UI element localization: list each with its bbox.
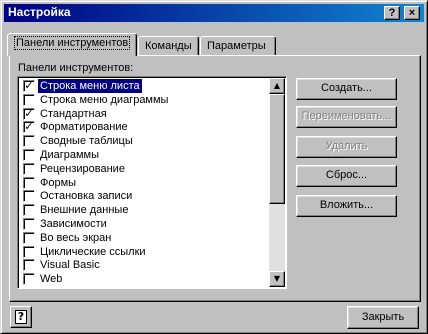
attach-button[interactable]: Вложить... bbox=[296, 195, 397, 217]
toolbar-list-item[interactable]: Остановка записи bbox=[20, 189, 267, 203]
checkbox-icon[interactable] bbox=[23, 259, 35, 272]
checkbox-icon[interactable] bbox=[23, 204, 35, 217]
tab-commands-label: Команды bbox=[145, 40, 192, 52]
toolbar-item-label: Visual Basic bbox=[40, 259, 100, 272]
title-bar[interactable]: Настройка ? × bbox=[4, 4, 424, 22]
toolbar-list-item[interactable]: ✓ Форматирование bbox=[20, 120, 267, 134]
rename-button[interactable]: Переименовать... bbox=[296, 106, 397, 128]
toolbar-item-label: Форматирование bbox=[40, 121, 128, 134]
checkbox-checked-icon[interactable]: ✓ bbox=[23, 107, 35, 120]
checkbox-icon[interactable] bbox=[23, 245, 35, 258]
list-scrollbar[interactable]: ▲ ▼ bbox=[269, 78, 285, 287]
tab-toolbars-label: Панели инструментов bbox=[14, 36, 131, 50]
scroll-up-icon[interactable]: ▲ bbox=[269, 78, 285, 94]
toolbar-list-item[interactable]: Строка меню диаграммы bbox=[20, 93, 267, 107]
toolbar-item-label: Стандартная bbox=[40, 107, 107, 120]
toolbar-item-label: Зависимости bbox=[40, 218, 107, 230]
checkbox-icon[interactable] bbox=[23, 135, 35, 148]
tab-commands[interactable]: Команды bbox=[138, 36, 199, 56]
toolbar-list-item[interactable]: Web bbox=[20, 272, 267, 286]
close-icon[interactable]: × bbox=[404, 6, 420, 20]
toolbar-list-item[interactable]: Внешние данные bbox=[20, 203, 267, 217]
checkbox-icon[interactable] bbox=[23, 162, 35, 175]
toolbar-item-label: Диаграммы bbox=[40, 149, 99, 161]
checkbox-checked-icon[interactable]: ✓ bbox=[23, 121, 35, 134]
help-button[interactable]: ? bbox=[10, 306, 32, 328]
checkbox-icon[interactable] bbox=[23, 176, 35, 189]
scroll-thumb[interactable] bbox=[269, 94, 285, 204]
scroll-down-icon[interactable]: ▼ bbox=[269, 271, 285, 287]
toolbar-item-label: Строка меню диаграммы bbox=[40, 93, 169, 106]
tab-options-label: Параметры bbox=[207, 40, 266, 52]
create-button[interactable]: Создать... bbox=[296, 78, 397, 100]
checkbox-icon[interactable] bbox=[23, 149, 35, 161]
toolbar-list-item[interactable]: Формы bbox=[20, 176, 267, 190]
tab-options[interactable]: Параметры bbox=[200, 36, 276, 56]
checkbox-checked-icon[interactable]: ✓ bbox=[23, 80, 35, 92]
checkbox-icon[interactable] bbox=[23, 218, 35, 230]
toolbar-list-item[interactable]: ✓ Стандартная bbox=[20, 107, 267, 121]
toolbar-list-item[interactable]: Зависимости bbox=[20, 217, 267, 231]
toolbar-item-label: Внешние данные bbox=[40, 204, 129, 217]
toolbars-list-label: Панели инструментов: bbox=[18, 62, 134, 74]
reset-button[interactable]: Сброс... bbox=[296, 165, 397, 187]
tab-panel: Панели инструментов: ✓ Строка меню листа С… bbox=[9, 55, 421, 302]
toolbar-item-label: Рецензирование bbox=[40, 162, 125, 175]
toolbar-list-item[interactable]: Диаграммы bbox=[20, 148, 267, 162]
toolbar-item-label: Формы bbox=[40, 176, 77, 189]
checkbox-icon[interactable] bbox=[23, 273, 35, 286]
toolbar-item-label: Сводные таблицы bbox=[40, 135, 133, 148]
toolbar-list-item[interactable]: Циклические ссылки bbox=[20, 245, 267, 259]
toolbar-item-label: Циклические ссылки bbox=[40, 245, 146, 258]
toolbar-list-item[interactable]: Во весь экран bbox=[20, 231, 267, 245]
toolbars-list[interactable]: ✓ Строка меню листа Строка меню диаграммы ✓… bbox=[17, 76, 287, 289]
customize-dialog: Настройка ? × Панели инструментов Команд… bbox=[0, 0, 428, 334]
toolbar-list-item[interactable]: Рецензирование bbox=[20, 162, 267, 176]
help-caption-button[interactable]: ? bbox=[384, 6, 400, 20]
checkbox-icon[interactable] bbox=[23, 93, 35, 106]
window-title: Настройка bbox=[8, 5, 71, 19]
toolbar-item-label: Web bbox=[40, 273, 63, 286]
close-button[interactable]: Закрыть bbox=[347, 306, 419, 329]
checkbox-icon[interactable] bbox=[23, 231, 35, 244]
toolbar-list-item[interactable]: ✓ Строка меню листа bbox=[20, 79, 267, 93]
toolbar-list-item[interactable]: Visual Basic bbox=[20, 258, 267, 272]
checkbox-icon[interactable] bbox=[23, 190, 35, 203]
toolbar-item-label: Во весь экран bbox=[40, 231, 112, 244]
toolbar-item-label: Остановка записи bbox=[40, 190, 133, 203]
help-icon: ? bbox=[15, 310, 27, 324]
toolbar-item-label: Строка меню листа bbox=[38, 79, 142, 93]
toolbar-list-item[interactable]: Сводные таблицы bbox=[20, 134, 267, 148]
delete-button[interactable]: Удалить bbox=[296, 136, 397, 158]
tab-toolbars[interactable]: Панели инструментов bbox=[7, 33, 137, 56]
